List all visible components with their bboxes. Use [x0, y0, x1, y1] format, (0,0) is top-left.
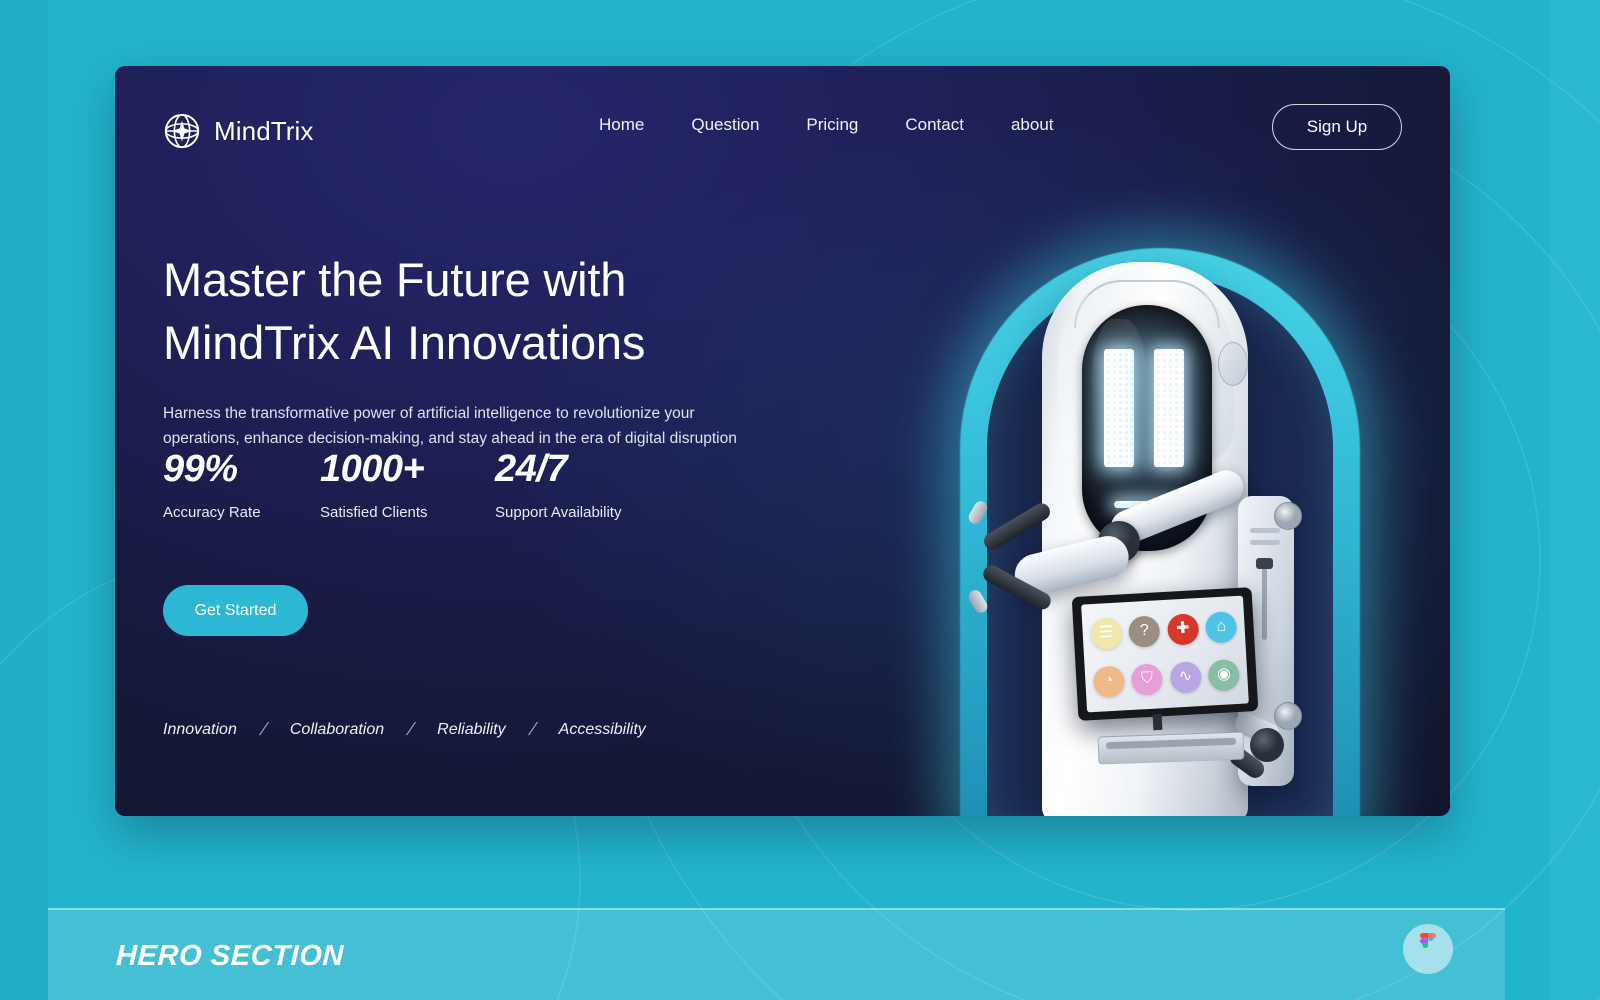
nav-item-home[interactable]: Home — [599, 115, 644, 135]
hero-copy: Master the Future with MindTrix AI Innov… — [163, 249, 803, 451]
tag-separator: / — [258, 719, 269, 739]
figma-icon — [1420, 933, 1436, 948]
page-title: Master the Future with MindTrix AI Innov… — [163, 249, 803, 374]
tag-innovation: Innovation — [163, 720, 237, 738]
nav-item-contact[interactable]: Contact — [905, 115, 964, 135]
stat-satisfied-clients: 1000+ Satisfied Clients — [320, 448, 495, 521]
question-mark-icon: ? — [1128, 614, 1161, 648]
stat-label: Accuracy Rate — [163, 503, 261, 521]
robot-hinge — [1274, 502, 1302, 530]
caption-band: HERO SECTION — [48, 908, 1505, 1000]
wifi-icon: ◔ — [1092, 664, 1126, 698]
stat-value: 99% — [163, 448, 238, 490]
robot-chest-tablet: ☰? ✚ ⌂ ◔ ⛉ ∿ ◉ — [1071, 587, 1259, 721]
nav-links: Home Question Pricing Contact about — [599, 115, 1054, 135]
tagline-row: Innovation / Collaboration / Reliability… — [163, 719, 646, 740]
brand-name: MindTrix — [214, 115, 314, 146]
get-started-button[interactable]: Get Started — [163, 585, 308, 636]
store-icon: ⌂ — [1204, 610, 1238, 644]
tag-collaboration: Collaboration — [289, 720, 385, 738]
tag-accessibility: Accessibility — [558, 720, 646, 738]
robot-hinge — [1274, 702, 1302, 730]
robot-panel-slider — [1262, 564, 1267, 640]
led-matrix-eye-right — [1154, 349, 1184, 467]
sign-up-button[interactable]: Sign Up — [1272, 104, 1402, 150]
led-matrix-eye-left — [1104, 349, 1134, 467]
left-edge-strip — [0, 0, 48, 1000]
stat-label: Support Availability — [495, 503, 622, 521]
hero-card: ☰? ✚ ⌂ ◔ ⛉ ∿ ◉ MindTrix Home Question Pr… — [115, 66, 1450, 816]
headline-line-2: MindTrix AI Innovations — [163, 315, 646, 369]
nav-item-question[interactable]: Question — [691, 115, 759, 135]
robot-panel-knob — [1256, 558, 1273, 569]
robot-panel-line — [1250, 540, 1280, 545]
shopping-cart-icon: ⛉ — [1130, 662, 1164, 696]
right-edge-strip — [1550, 0, 1600, 1000]
location-pin-icon: ◉ — [1207, 658, 1241, 692]
stat-label: Satisfied Clients — [320, 503, 428, 521]
tag-reliability: Reliability — [437, 720, 506, 738]
nav-item-pricing[interactable]: Pricing — [806, 115, 858, 135]
globe-star-icon — [164, 113, 200, 149]
medical-cross-icon: ✚ — [1166, 612, 1200, 646]
stat-accuracy-rate: 99% Accuracy Rate — [163, 448, 320, 521]
stat-value: 1000+ — [320, 448, 425, 490]
document-icon: ☰ — [1089, 616, 1123, 650]
nav-item-about[interactable]: about — [1011, 115, 1054, 135]
brand-logo[interactable]: MindTrix — [163, 112, 314, 150]
hero-subcopy: Harness the transformative power of arti… — [163, 405, 737, 448]
tag-separator: / — [527, 719, 537, 739]
figma-badge[interactable] — [1403, 924, 1453, 974]
navbar: MindTrix Home Question Pricing Contact a… — [115, 66, 1450, 190]
headline-line-1: Master the Future with — [163, 253, 627, 306]
robot-side-dial — [1218, 342, 1248, 386]
squiggle-icon: ∿ — [1169, 660, 1202, 694]
tablet-stand — [1152, 713, 1163, 731]
stat-value: 24/7 — [495, 448, 567, 490]
page-canvas: ☰? ✚ ⌂ ◔ ⛉ ∿ ◉ MindTrix Home Question Pr… — [0, 0, 1600, 1000]
tablet-app-grid: ☰? ✚ ⌂ ◔ ⛉ ∿ ◉ — [1081, 595, 1249, 713]
robot-panel-line — [1250, 528, 1280, 533]
section-caption: HERO SECTION — [115, 940, 345, 972]
stat-support-availability: 24/7 Support Availability — [495, 448, 622, 521]
tag-separator: / — [406, 719, 416, 739]
stats-row: 99% Accuracy Rate 1000+ Satisfied Client… — [163, 448, 622, 521]
